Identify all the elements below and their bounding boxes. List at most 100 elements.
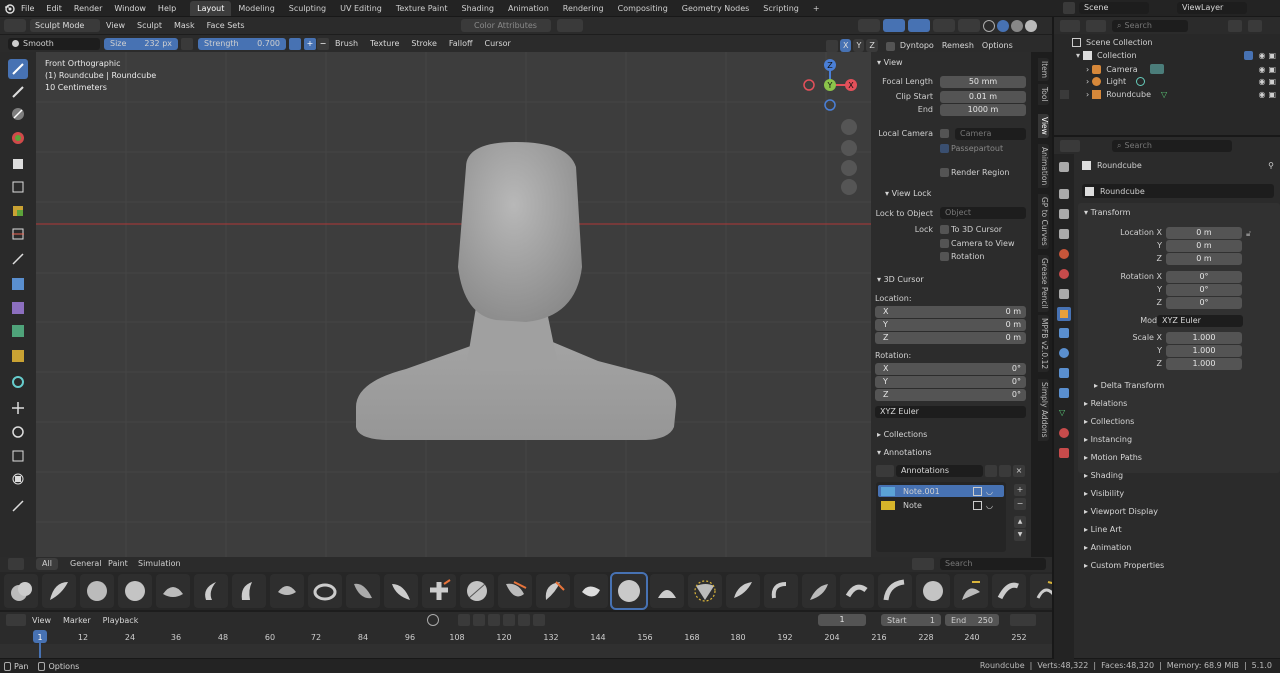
box-mask-tool-icon[interactable]	[8, 154, 28, 174]
timeline-editor-icon[interactable]	[6, 614, 26, 626]
timeline-area[interactable]	[0, 628, 1052, 658]
expand-chevron-icon[interactable]: ▾	[1076, 51, 1080, 60]
camera-restrict-icon[interactable]: ▣	[1268, 90, 1276, 99]
menu-window[interactable]: Window	[108, 0, 152, 17]
wireframe-shading-icon[interactable]	[983, 19, 995, 32]
rotate-tool-icon[interactable]	[8, 422, 28, 442]
delta-transform-header[interactable]: ▸ Delta Transform	[1094, 378, 1164, 393]
sidebar-tab-gp-to-curves[interactable]: GP to Curves	[1038, 194, 1049, 249]
jump-start-icon[interactable]	[458, 614, 470, 626]
cursor-rotation-z[interactable]: Z 0°	[875, 389, 1026, 401]
tab-geometry-nodes[interactable]: Geometry Nodes	[675, 1, 756, 16]
move-layer-up-button[interactable]: ▲	[1014, 516, 1026, 528]
menu-help[interactable]: Help	[152, 0, 182, 17]
lock-cursor-checkbox[interactable]	[940, 225, 949, 234]
brush-draw-sharp[interactable]	[270, 574, 304, 608]
move-layer-down-button[interactable]: ▼	[1014, 529, 1026, 541]
focal-length-field[interactable]: 50 mm	[940, 76, 1026, 88]
prev-keyframe-icon[interactable]	[473, 614, 485, 626]
line-art-section[interactable]: ▸ Line Art	[1084, 522, 1122, 537]
outliner-item-light[interactable]: › Light ◉ ▣	[1086, 77, 1276, 86]
lock-rotation-checkbox[interactable]	[940, 252, 949, 261]
lock-object-field[interactable]: Object	[940, 207, 1026, 219]
brush-selector[interactable]: Smooth	[8, 37, 100, 50]
collection-row[interactable]: ▾ Collection ◉ ▣	[1076, 51, 1276, 60]
color-attributes-dropdown[interactable]: Color Attributes	[460, 19, 551, 32]
local-camera-checkbox[interactable]	[940, 129, 949, 138]
viewport-menu-face-sets[interactable]: Face Sets	[201, 17, 251, 34]
brush-elastic[interactable]	[308, 574, 342, 608]
visibility-chevron-icon[interactable]: ◡	[986, 501, 993, 510]
xray-toggle[interactable]	[933, 19, 955, 32]
annotate-tool-icon[interactable]	[8, 496, 28, 516]
rendered-shading-icon[interactable]	[1025, 19, 1037, 32]
shelf-tab-general[interactable]: General	[70, 558, 102, 570]
camera-restrict-icon[interactable]: ▣	[1268, 77, 1276, 86]
sidebar-tab-grease-pencil[interactable]: Grease Pencil	[1038, 255, 1049, 312]
cursor-rotation-mode[interactable]: XYZ Euler	[875, 406, 1026, 418]
object-datablock-field[interactable]: Roundcube	[1082, 184, 1274, 198]
camera-view-icon[interactable]	[841, 160, 857, 176]
tool-tab-icon[interactable]	[1059, 162, 1069, 172]
outliner-item-camera[interactable]: › Camera ◉ ▣	[1086, 64, 1276, 74]
pin-icon[interactable]: ⚲	[1268, 161, 1274, 170]
rotation-mode-dropdown[interactable]: XYZ Euler	[1157, 315, 1243, 327]
tab-layout[interactable]: Layout	[190, 1, 232, 16]
symmetry-z-toggle[interactable]: Z	[866, 39, 878, 52]
camera-restrict-icon[interactable]: ▣	[1268, 51, 1276, 60]
eye-icon[interactable]: ◉	[1258, 90, 1265, 99]
new-collection-icon[interactable]	[1248, 19, 1262, 32]
instancing-section[interactable]: ▸ Instancing	[1084, 432, 1132, 447]
mesh-filter-tool-icon[interactable]	[8, 274, 28, 294]
sidebar-tab-item[interactable]: Item	[1038, 58, 1049, 82]
brush-grab-silhouette[interactable]	[498, 574, 532, 608]
shield-icon[interactable]	[985, 465, 997, 477]
location-z-field[interactable]: 0 m	[1166, 253, 1242, 265]
menu-file[interactable]: File	[15, 0, 40, 17]
brush-pinch[interactable]	[688, 574, 722, 608]
view-section-header[interactable]: ▾ View	[877, 55, 903, 70]
collection-exclude-checkbox[interactable]	[1244, 51, 1254, 60]
pan-hand-icon[interactable]	[841, 140, 857, 156]
properties-search-input[interactable]: ⌕ Search	[1112, 139, 1232, 152]
render-region-checkbox[interactable]	[940, 168, 949, 177]
edit-face-set-tool-icon[interactable]	[8, 346, 28, 366]
end-frame-field[interactable]: End 250	[945, 614, 999, 626]
shelf-tab-paint[interactable]: Paint	[108, 558, 128, 570]
output-tab-icon[interactable]	[1059, 209, 1069, 219]
collection-tab-icon[interactable]	[1059, 289, 1069, 299]
world-tab-icon[interactable]	[1059, 269, 1069, 279]
brush-snake-hook[interactable]	[840, 574, 874, 608]
visibility-dropdown[interactable]	[858, 19, 880, 32]
brush-clay-strips[interactable]	[80, 574, 114, 608]
face-set-paint-tool-icon[interactable]	[8, 128, 28, 148]
view-lock-header[interactable]: ▾ View Lock	[885, 186, 931, 201]
clip-start-field[interactable]: 0.01 m	[940, 91, 1026, 103]
transform-tool-icon[interactable]	[8, 469, 28, 489]
record-icon[interactable]	[427, 614, 439, 626]
tab-shading[interactable]: Shading	[454, 1, 501, 16]
rotation-y-field[interactable]: 0°	[1166, 284, 1242, 296]
ortho-grid-icon[interactable]	[841, 179, 857, 195]
box-trim-tool-icon[interactable]	[8, 224, 28, 244]
copy-icon[interactable]	[999, 465, 1011, 477]
relations-section[interactable]: ▸ Relations	[1084, 396, 1127, 411]
dyntopo-checkbox[interactable]	[885, 42, 895, 51]
cursor-rotation-x[interactable]: X 0°	[875, 363, 1026, 375]
brush-inflate[interactable]	[536, 574, 570, 608]
play-reverse-icon[interactable]	[488, 614, 500, 626]
add-direction-button[interactable]: +	[304, 37, 316, 50]
add-workspace-button[interactable]: +	[806, 1, 827, 16]
jump-end-icon[interactable]	[533, 614, 545, 626]
box-face-set-tool-icon[interactable]	[8, 201, 28, 221]
brush-rotate[interactable]	[764, 574, 798, 608]
brush-twist[interactable]	[916, 574, 950, 608]
viewport-misc-dropdown[interactable]	[556, 19, 583, 32]
paint-brush-tool-icon[interactable]	[8, 82, 28, 102]
tab-texture-paint[interactable]: Texture Paint	[389, 1, 455, 16]
sidebar-tab-tool[interactable]: Tool	[1038, 84, 1049, 105]
motion-paths-section[interactable]: ▸ Motion Paths	[1084, 450, 1142, 465]
brush-clay-thumb[interactable]	[118, 574, 152, 608]
clip-end-field[interactable]: 1000 m	[940, 104, 1026, 116]
menu-edit[interactable]: Edit	[40, 0, 68, 17]
